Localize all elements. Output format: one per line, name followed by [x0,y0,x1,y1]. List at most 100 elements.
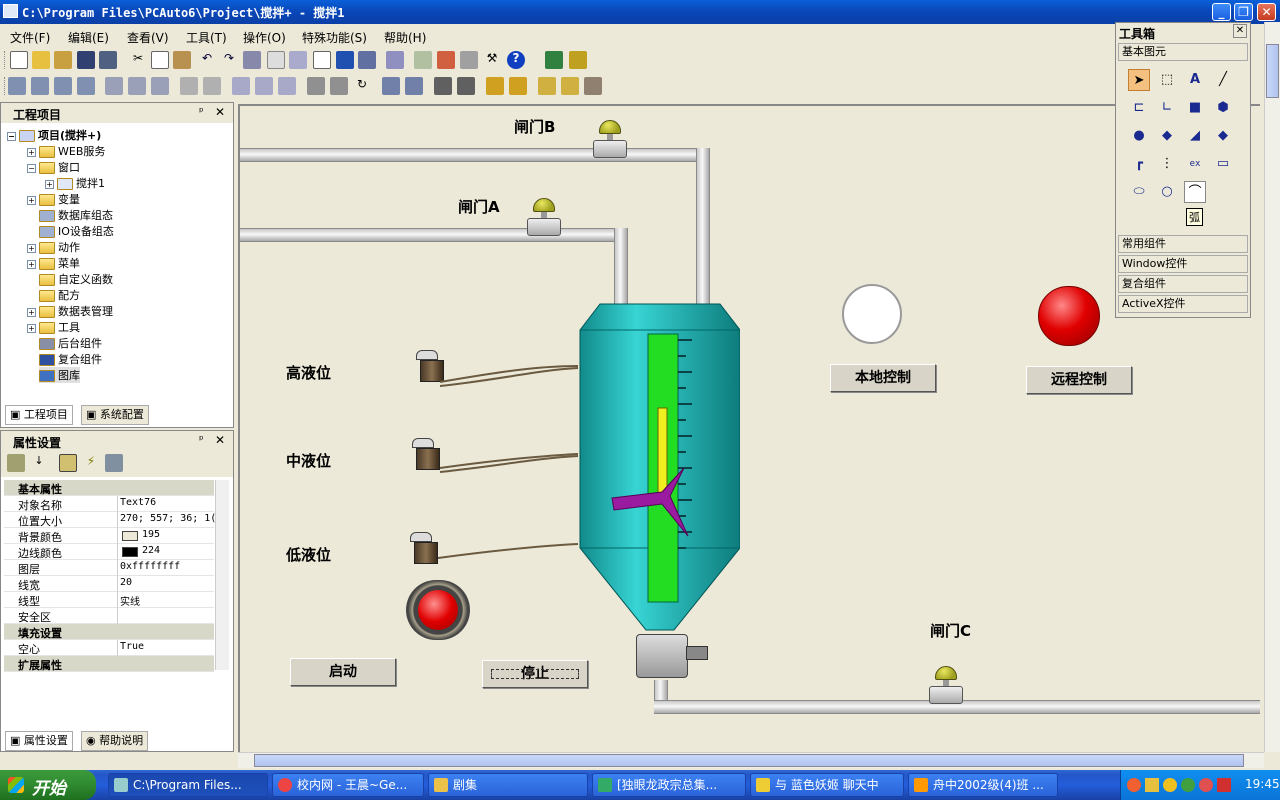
align-right-icon[interactable] [31,77,49,95]
ring-tool-icon[interactable]: ○ [1156,181,1178,203]
task-chat[interactable]: 与 蓝色妖姬 聊天中 [750,773,904,797]
scale-tool-icon[interactable]: ⋮ [1156,153,1178,175]
space-h-icon[interactable] [180,77,198,95]
start-button-os[interactable]: 开始 [0,770,96,800]
layers-icon[interactable] [243,51,261,69]
save-all-icon[interactable] [99,51,117,69]
prop-row[interactable]: 背景颜色 195 [4,528,214,544]
tray-qq-icon[interactable] [1163,778,1177,792]
copy-icon[interactable] [151,51,169,69]
center-v-icon[interactable] [128,77,146,95]
menu-help[interactable]: 帮助(H) [384,29,426,46]
center-h-icon[interactable] [105,77,123,95]
screen-icon[interactable] [336,51,354,69]
tree-root[interactable]: − 项目(搅拌+) [7,127,101,143]
stop-button[interactable]: 停止 [482,660,588,688]
rounded-rect-tool-icon[interactable]: ⬢ [1212,97,1234,119]
task-video[interactable]: [独眼龙政宗总集... [592,773,746,797]
pipe-tool-icon[interactable]: ┏ [1128,153,1150,175]
text-tool-icon[interactable]: A [1184,69,1206,91]
lock-icon[interactable] [584,77,602,95]
run-icon[interactable] [545,51,563,69]
diamond-tool-icon[interactable]: ◆ [1212,125,1234,147]
pin-icon[interactable]: ᵖ [199,105,204,118]
send-back-icon[interactable] [457,77,475,95]
rotate-icon[interactable]: ↻ [353,77,371,95]
prop-row[interactable]: 线型 实线 [4,592,214,608]
tree-item-composite[interactable]: 复合组件 [39,351,102,367]
align-top-icon[interactable] [54,77,72,95]
tree-item-web[interactable]: + WEB服务 [27,143,105,159]
outlet-valve[interactable] [636,634,688,678]
tab-help[interactable]: ◉ 帮助说明 [81,731,149,751]
panel-close-icon[interactable]: ✕ [215,105,225,119]
group-icon[interactable] [382,77,400,95]
tray-back-icon[interactable] [1127,778,1141,792]
menu-view[interactable]: 查看(V) [127,29,169,46]
tree-item-screen1[interactable]: + 搅拌1 [45,175,105,191]
open-project-icon[interactable] [54,51,72,69]
tree-item-actions[interactable]: + 动作 [27,239,80,255]
lock-group-icon[interactable] [538,77,556,95]
undo-icon[interactable]: ↶ [198,51,216,69]
same-size-icon[interactable] [278,77,296,95]
tray-antivirus-icon[interactable] [1199,778,1213,792]
button-tool-icon[interactable]: ▭ [1212,153,1234,175]
grid-icon[interactable] [267,51,285,69]
ruler-icon[interactable] [289,51,307,69]
polyline-tool-icon[interactable]: ⊏ [1128,97,1150,119]
help-icon[interactable]: ? [507,51,525,69]
move-up-icon[interactable] [486,77,504,95]
sort-az-icon[interactable]: ↓ [30,454,48,472]
tray-shield-icon[interactable] [1145,778,1159,792]
tray-network-icon[interactable] [1181,778,1195,792]
prop-row[interactable]: 空心 True [4,640,214,656]
ex-tool-icon[interactable]: ex [1184,153,1206,175]
valve-a[interactable] [524,198,564,236]
toolbox-activex[interactable]: ActiveX控件 [1118,295,1248,313]
arc-tool-icon[interactable]: ⌒ [1184,181,1206,203]
close-button[interactable]: ✕ [1257,3,1276,21]
props-scrollbar[interactable] [215,480,229,670]
tree-item-menu[interactable]: + 菜单 [27,255,80,271]
ellipse-tool-icon[interactable]: ● [1128,125,1150,147]
tree-item-functions[interactable]: 自定义函数 [39,271,113,287]
tree-item-variables[interactable]: + 变量 [27,191,80,207]
menu-operate[interactable]: 操作(O) [243,29,286,46]
vscroll-thumb[interactable] [1266,44,1279,98]
same-height-icon[interactable] [255,77,273,95]
save-icon[interactable] [77,51,95,69]
local-control-button[interactable]: 本地控制 [830,364,936,392]
tree-item-tools[interactable]: + 工具 [27,319,80,335]
outlet-handle[interactable] [686,646,708,660]
flip-v-icon[interactable] [330,77,348,95]
canvas-hscrollbar[interactable] [238,752,1264,768]
task-browser[interactable]: 校内网 - 王晨~Ge... [272,773,424,797]
tray-k-icon[interactable] [1217,778,1231,792]
align-left-icon[interactable] [8,77,26,95]
tree-item-window[interactable]: − 窗口 [27,159,80,175]
check-icon[interactable] [414,51,432,69]
menu-special[interactable]: 特殊功能(S) [302,29,367,46]
line-tool-icon[interactable]: ╱ [1212,69,1234,91]
same-width-icon[interactable] [232,77,250,95]
edit-icon[interactable] [105,454,123,472]
categorized-icon[interactable] [7,454,25,472]
tree-item-gallery[interactable]: 图库 [39,367,80,383]
design-canvas[interactable]: 闸门B 闸门A 闸门C 高液位 中液位 低液位 本地控制 远程控制 启动 停止 [238,104,1260,752]
ungroup-icon[interactable] [405,77,423,95]
hscroll-thumb[interactable] [254,754,1244,767]
prop-row[interactable]: 图层 0xffffffff [4,560,214,576]
prop-row[interactable]: 边线颜色 224 [4,544,214,560]
tree-item-database[interactable]: 数据库组态 [39,207,113,223]
menu-tools[interactable]: 工具(T) [186,29,227,46]
toolbox-composite[interactable]: 复合组件 [1118,275,1248,293]
restore-button[interactable]: ❐ [1234,3,1253,21]
properties-view-icon[interactable] [59,454,77,472]
tab-project[interactable]: ▣ 工程项目 [5,405,73,425]
valve-b[interactable] [590,120,630,158]
rectangle-tool-icon[interactable]: ■ [1184,97,1206,119]
valve-c[interactable] [926,666,966,704]
space-v-icon[interactable] [203,77,221,95]
section-fill[interactable]: 填充设置 [4,624,214,640]
